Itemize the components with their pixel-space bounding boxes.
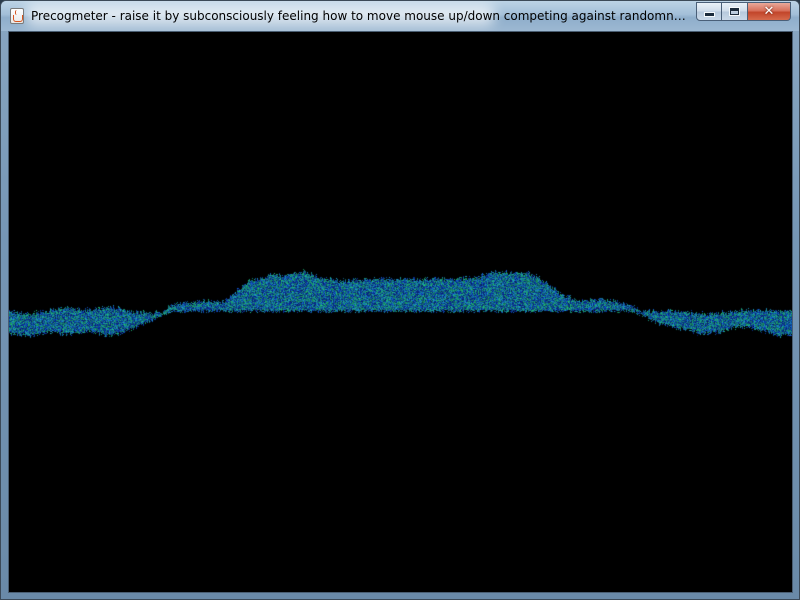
window-title: Precogmeter - raise it by subconsciously…	[31, 9, 691, 23]
precogmeter-display[interactable]	[8, 31, 793, 593]
maximize-button[interactable]	[722, 2, 748, 21]
close-button[interactable]: ✕	[748, 2, 791, 21]
title-bar[interactable]: Precogmeter - raise it by subconsciously…	[1, 1, 799, 31]
minimize-icon	[704, 13, 714, 16]
app-window: Precogmeter - raise it by subconsciously…	[0, 0, 800, 600]
maximize-icon	[730, 8, 739, 15]
minimize-button[interactable]	[696, 2, 722, 21]
close-icon: ✕	[763, 4, 775, 19]
window-controls: ✕	[696, 2, 791, 21]
java-cup-icon[interactable]	[10, 8, 24, 24]
noise-wave-canvas[interactable]	[9, 32, 792, 592]
